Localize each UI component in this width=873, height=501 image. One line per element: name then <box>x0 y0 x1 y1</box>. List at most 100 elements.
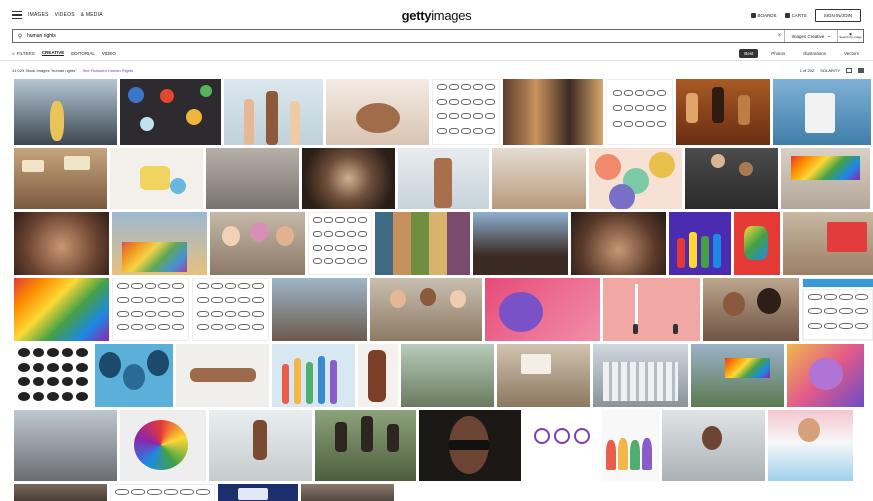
icon-set-tile <box>308 212 372 275</box>
nav-link-videos[interactable]: VIDEOS <box>55 12 75 18</box>
image-tile[interactable] <box>602 410 659 481</box>
pill-illustrations[interactable]: Illustrations <box>798 49 831 58</box>
image-tile[interactable] <box>492 148 586 209</box>
image-tile[interactable] <box>206 148 299 209</box>
image-tile[interactable] <box>192 278 269 341</box>
image-tile[interactable] <box>301 484 394 501</box>
image-tile[interactable] <box>224 79 323 145</box>
signin-button[interactable]: SIGN IN/JOIN <box>814 8 861 22</box>
nav-link-media[interactable]: & MEDIA <box>81 12 103 18</box>
image-tile[interactable] <box>112 278 189 341</box>
image-tile[interactable] <box>210 212 305 275</box>
image-tile[interactable] <box>308 212 372 275</box>
image-tile[interactable] <box>603 278 700 341</box>
image-tile[interactable] <box>802 278 873 341</box>
sort-select[interactable]: SOLARITY <box>820 68 840 73</box>
scope-label: Images Creative <box>791 33 825 39</box>
related-link[interactable]: See Featured Human Rights <box>82 68 133 73</box>
search-icon[interactable]: ⚲ <box>13 33 27 40</box>
filter-tabs: ≡ FILTERS CREATIVE EDITORIAL VIDEO <box>12 50 116 56</box>
image-tile[interactable] <box>326 79 429 145</box>
tab-creative[interactable]: CREATIVE <box>41 50 65 56</box>
image-tile[interactable] <box>676 79 770 145</box>
image-tile[interactable] <box>14 484 107 501</box>
image-tile[interactable] <box>209 410 312 481</box>
image-tile[interactable] <box>315 410 416 481</box>
boards-link[interactable]: BOARDS <box>750 12 777 18</box>
image-tile[interactable] <box>14 410 117 481</box>
image-tile[interactable] <box>524 410 599 481</box>
rainbow-fill <box>14 278 109 341</box>
filters-button[interactable]: ≡ FILTERS <box>12 51 35 56</box>
divider <box>0 60 873 61</box>
image-tile[interactable] <box>120 410 206 481</box>
image-tile[interactable] <box>571 212 666 275</box>
clear-icon[interactable]: × <box>774 33 784 39</box>
rainbow-flag <box>725 358 770 378</box>
image-tile[interactable] <box>95 344 173 407</box>
image-tile[interactable] <box>685 148 778 209</box>
image-tile[interactable] <box>503 79 603 145</box>
image-tile[interactable] <box>669 212 731 275</box>
image-tile[interactable] <box>419 410 521 481</box>
icon-set-tile <box>112 278 189 341</box>
icon-set-tile <box>432 79 500 145</box>
building-columns <box>603 362 678 401</box>
cart-link[interactable]: CARTS <box>784 12 807 18</box>
pill-vectors[interactable]: Vectors <box>839 49 864 58</box>
image-tile[interactable] <box>787 344 864 407</box>
search-scope-dropdown[interactable]: Images Creative ⌄ <box>784 30 837 42</box>
image-tile[interactable] <box>781 148 870 209</box>
image-search-button[interactable]: ▣ Search by image <box>837 30 863 42</box>
image-tile[interactable] <box>110 484 215 501</box>
image-tile[interactable] <box>432 79 500 145</box>
image-tile[interactable] <box>218 484 298 501</box>
pill-best[interactable]: Best <box>739 48 759 58</box>
image-tile[interactable] <box>497 344 590 407</box>
image-tile[interactable] <box>773 79 871 145</box>
tab-editorial[interactable]: EDITORIAL <box>71 51 95 56</box>
image-tile[interactable] <box>272 344 355 407</box>
icon-set-tile <box>14 344 92 407</box>
image-tile[interactable] <box>358 344 398 407</box>
top-nav: IMAGES VIDEOS & MEDIA gettyimages BOARDS… <box>0 0 873 30</box>
image-tile[interactable] <box>593 344 688 407</box>
nav-link-images[interactable]: IMAGES <box>28 12 49 18</box>
image-tile[interactable] <box>375 212 470 275</box>
image-tile[interactable] <box>120 79 221 145</box>
image-tile[interactable] <box>691 344 784 407</box>
image-tile[interactable] <box>485 278 600 341</box>
image-tile[interactable] <box>14 79 117 145</box>
boards-label: BOARDS <box>757 12 777 18</box>
site-logo[interactable]: gettyimages <box>0 8 873 23</box>
image-tile[interactable] <box>589 148 682 209</box>
image-tile[interactable] <box>473 212 568 275</box>
image-tile[interactable] <box>703 278 799 341</box>
image-tile[interactable] <box>662 410 765 481</box>
image-tile[interactable] <box>370 278 482 341</box>
image-tile[interactable] <box>176 344 269 407</box>
nav-left: IMAGES VIDEOS & MEDIA <box>12 11 103 19</box>
view-mosaic-icon[interactable] <box>846 67 852 73</box>
pill-photos[interactable]: Photos <box>766 49 790 58</box>
tab-video[interactable]: VIDEO <box>102 51 116 56</box>
rainbow-fill <box>791 156 860 180</box>
image-tile[interactable] <box>606 79 673 145</box>
image-tile[interactable] <box>14 212 109 275</box>
image-tile[interactable] <box>734 212 780 275</box>
image-tile[interactable] <box>112 212 207 275</box>
image-tile[interactable] <box>302 148 395 209</box>
image-tile[interactable] <box>272 278 367 341</box>
filters-label: FILTERS <box>16 50 35 56</box>
view-grid-icon[interactable] <box>858 67 864 73</box>
image-tile[interactable] <box>14 278 109 341</box>
image-tile[interactable] <box>110 148 203 209</box>
image-tile[interactable] <box>14 148 107 209</box>
image-tile[interactable] <box>783 212 873 275</box>
image-tile[interactable] <box>401 344 494 407</box>
image-tile[interactable] <box>768 410 853 481</box>
search-input[interactable] <box>27 30 775 42</box>
image-tile[interactable] <box>14 344 92 407</box>
image-tile[interactable] <box>398 148 489 209</box>
menu-icon[interactable] <box>12 11 22 19</box>
